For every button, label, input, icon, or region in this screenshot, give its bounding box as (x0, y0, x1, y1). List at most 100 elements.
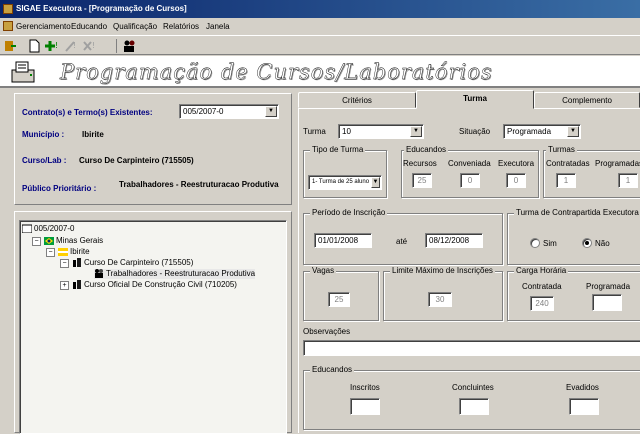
delete-icon: ! (83, 41, 95, 51)
evadidos-field[interactable] (569, 398, 599, 415)
tree-course-1[interactable]: Curso De Carpinteiro (715505) (72, 258, 193, 268)
svg-text:!: ! (92, 41, 95, 50)
delete-button[interactable]: ! (82, 39, 96, 53)
chevron-down-icon[interactable]: ▼ (567, 126, 579, 137)
turma-select-value: 10 (342, 127, 351, 136)
tree-course-1-label: Curso De Carpinteiro (715505) (84, 258, 194, 267)
limite-inscricoes-field[interactable]: 30 (428, 292, 452, 307)
tree-course-2-label: Curso Oficial De Construção Civil (71020… (84, 280, 237, 289)
tree-expander[interactable]: − (46, 248, 55, 257)
toolbar-separator (116, 39, 117, 53)
tree-city-label: Ibirite (70, 247, 90, 256)
tree-course-1-child-label: Trabalhadores - Reestruturacao Produtiva (106, 269, 256, 278)
turma-label: Turma (303, 127, 326, 136)
window-titlebar: SIGAE Executora - [Programação de Cursos… (0, 0, 640, 18)
concluintes-field[interactable] (459, 398, 489, 415)
banner: Programação de Cursos/Laboratórios (0, 56, 640, 88)
observacoes-field[interactable] (303, 340, 640, 356)
evadidos-label: Evadidos (566, 383, 599, 392)
carga-contratada-field[interactable]: 240 (530, 296, 554, 311)
contrapartida-title: Turma de Contrapartida Executora (514, 208, 640, 218)
tab-turma[interactable]: Turma (416, 90, 534, 109)
tree-expander[interactable]: − (32, 237, 41, 246)
situacao-select[interactable]: Programada ▼ (503, 124, 581, 139)
tree-expander[interactable]: − (60, 259, 69, 268)
tree-state[interactable]: Minas Gerais (44, 236, 103, 246)
tree-root[interactable]: 005/2007-0 (22, 224, 74, 234)
contract-select[interactable]: 005/2007-0 ▼ (179, 104, 279, 119)
course-tree[interactable]: 005/2007-0 − Minas Gerais − Ibirite − Cu… (19, 220, 287, 434)
contrapartida-nao-label: Não (595, 239, 610, 248)
tipo-turma-select[interactable]: 1- Turma de 25 aluno ▼ (308, 175, 382, 190)
window-title: SIGAE Executora - [Programação de Cursos… (16, 4, 187, 13)
vagas-field[interactable]: 25 (328, 292, 350, 307)
carga-programada-label: Programada (586, 282, 631, 291)
new-document-icon (29, 39, 40, 53)
menu-relatorios[interactable]: Relatórios (163, 18, 199, 35)
tab-criterios[interactable]: Critérios (298, 92, 416, 108)
app-icon (3, 4, 13, 14)
edit-button[interactable]: ! (64, 39, 78, 53)
course-info-panel: Contrato(s) e Termo(s) Existentes: 005/2… (14, 93, 292, 205)
periodo-inscricao-title: Período de Inscrição (310, 208, 388, 218)
municipio-label: Município : (22, 130, 65, 139)
data-fim-field[interactable]: 08/12/2008 (425, 233, 483, 248)
menu-qualificacao[interactable]: Qualificação (113, 18, 157, 35)
curso-label: Curso/Lab : (22, 156, 67, 165)
contrapartida-sim-radio[interactable] (530, 238, 540, 248)
contratadas-field[interactable]: 1 (556, 173, 576, 188)
menu-educando[interactable]: Educando (71, 18, 107, 35)
periodo-inscricao-group: Período de Inscrição 01/01/2008 até 08/1… (303, 208, 503, 265)
new-button[interactable] (27, 39, 41, 53)
curso-value: Curso De Carpinteiro (715505) (79, 156, 194, 165)
tree-city[interactable]: Ibirite (58, 247, 90, 257)
tipo-turma-title: Tipo de Turma (310, 145, 366, 155)
tree-root-label: 005/2007-0 (34, 224, 75, 233)
situacao-label: Situação (459, 127, 491, 136)
tree-expander[interactable]: + (60, 281, 69, 290)
users-button[interactable] (122, 39, 136, 53)
contrapartida-group: Turma de Contrapartida Executora Sim Não (507, 208, 640, 265)
contrapartida-nao-radio[interactable] (582, 238, 592, 248)
course-icon (73, 280, 81, 290)
inscritos-field[interactable] (350, 398, 380, 415)
carga-contratada-label: Contratada (522, 282, 562, 291)
menu-janela[interactable]: Janela (206, 18, 230, 35)
tree-panel: 005/2007-0 − Minas Gerais − Ibirite − Cu… (14, 211, 292, 434)
executora-field[interactable]: 0 (506, 173, 526, 188)
contratadas-label: Contratadas (546, 159, 590, 168)
observacoes-label: Observações (303, 327, 351, 336)
ate-label: até (396, 237, 408, 246)
exit-icon (5, 41, 16, 51)
tipo-turma-value: 1- Turma de 25 aluno (312, 179, 370, 185)
chevron-down-icon[interactable]: ▼ (371, 177, 380, 188)
data-inicio-field[interactable]: 01/01/2008 (314, 233, 372, 248)
tab-complemento[interactable]: Complemento (534, 92, 640, 108)
turma-select[interactable]: 10 ▼ (338, 124, 424, 139)
chevron-down-icon[interactable]: ▼ (410, 126, 422, 137)
add-button[interactable]: ! (44, 39, 58, 53)
printer-icon (11, 61, 35, 83)
menu-gerenciamento[interactable]: Gerenciamento (16, 18, 71, 35)
plus-icon: ! (45, 41, 58, 51)
exit-button[interactable] (3, 39, 17, 53)
situacao-select-value: Programada (507, 127, 552, 136)
programadas-field[interactable]: 1 (618, 173, 638, 188)
carga-horaria-group: Carga Horária Contratada Programada 240 (507, 266, 640, 321)
carga-horaria-title: Carga Horária (514, 266, 569, 276)
vagas-group: Vagas 25 (303, 266, 379, 321)
conveniada-field[interactable]: 0 (460, 173, 480, 188)
tree-course-1-child[interactable]: Trabalhadores - Reestruturacao Produtiva (94, 269, 256, 279)
educandos-summary-group: Educandos Inscritos Concluintes Evadidos (303, 365, 640, 430)
publico-value: Trabalhadores - Reestruturacao Produtiva (119, 180, 279, 189)
svg-text:!: ! (73, 41, 76, 50)
city-flag-icon (58, 248, 68, 257)
chevron-down-icon[interactable]: ▼ (265, 106, 277, 117)
mdi-child-icon[interactable] (3, 21, 13, 31)
municipio-value: Ibirite (82, 130, 104, 139)
tree-course-2[interactable]: Curso Oficial De Construção Civil (71020… (72, 280, 237, 290)
recursos-field[interactable]: 25 (412, 173, 432, 188)
carga-programada-field[interactable] (592, 294, 622, 311)
workers-icon (95, 269, 103, 279)
edit-icon: ! (65, 41, 76, 52)
